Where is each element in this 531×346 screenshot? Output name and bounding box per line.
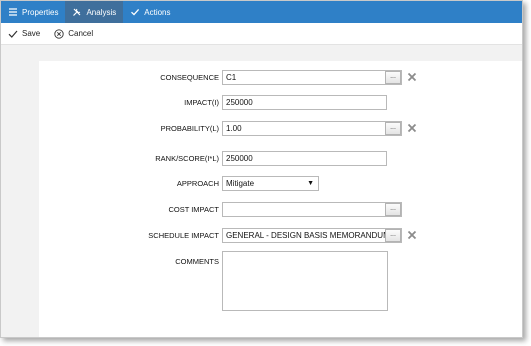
- cost-impact-label: COST IMPACT: [168, 205, 219, 214]
- approach-value: Mitigate: [226, 179, 255, 188]
- probability-clear-icon[interactable]: [406, 122, 418, 134]
- probability-lookup-button[interactable]: ...: [385, 122, 401, 135]
- checkmark-icon: [130, 7, 140, 17]
- consequence-clear-icon[interactable]: [406, 71, 418, 83]
- cost-impact-lookup-button[interactable]: ...: [385, 203, 401, 216]
- tab-actions[interactable]: Actions: [123, 1, 177, 23]
- cancel-circle-icon: [54, 28, 64, 39]
- tab-actions-label: Actions: [144, 7, 171, 17]
- comments-textarea[interactable]: [222, 251, 388, 311]
- schedule-impact-clear-icon[interactable]: [406, 229, 418, 241]
- approach-select[interactable]: Mitigate ▼: [222, 176, 319, 191]
- comments-row: COMMENTS: [39, 251, 522, 313]
- tab-analysis[interactable]: Analysis: [65, 1, 124, 23]
- rank-score-field[interactable]: 250000: [222, 151, 387, 166]
- tab-properties-label: Properties: [22, 7, 59, 17]
- schedule-impact-field[interactable]: GENERAL - DESIGN BASIS MEMORANDUM,FA: [222, 228, 402, 243]
- window-frame: Properties Analysis Actions Save Cancel: [0, 0, 523, 338]
- rank-score-label: RANK/SCORE(I*L): [155, 154, 219, 163]
- tab-properties[interactable]: Properties: [1, 1, 65, 23]
- save-label: Save: [22, 29, 41, 38]
- tools-icon: [72, 7, 82, 17]
- save-button[interactable]: Save: [8, 29, 40, 39]
- rank-score-row: RANK/SCORE(I*L) 250000: [39, 151, 522, 166]
- consequence-label: CONSEQUENCE: [160, 73, 219, 82]
- cancel-label: Cancel: [68, 29, 94, 38]
- dropdown-caret-icon: ▼: [307, 180, 314, 187]
- approach-row: APPROACH Mitigate ▼: [39, 176, 522, 191]
- probability-row: PROBABILITY(L) 1.00 ...: [39, 121, 522, 136]
- consequence-lookup-button[interactable]: ...: [385, 71, 401, 84]
- schedule-impact-row: SCHEDULE IMPACT GENERAL - DESIGN BASIS M…: [39, 228, 522, 243]
- checkmark-icon: [8, 30, 18, 38]
- probability-field[interactable]: 1.00: [222, 121, 402, 136]
- toolbar: Save Cancel: [1, 23, 522, 45]
- comments-label: COMMENTS: [175, 257, 219, 266]
- impact-row: IMPACT(I) 250000: [39, 95, 522, 110]
- consequence-row: CONSEQUENCE C1 ...: [39, 70, 522, 85]
- cost-impact-field[interactable]: [222, 202, 402, 217]
- consequence-field[interactable]: C1: [222, 70, 402, 85]
- analysis-form-panel: CONSEQUENCE C1 ... IMPACT(I) 250000 PROB…: [39, 61, 522, 337]
- schedule-impact-label: SCHEDULE IMPACT: [148, 231, 219, 240]
- tab-analysis-label: Analysis: [86, 7, 117, 17]
- impact-label: IMPACT(I): [184, 98, 219, 107]
- impact-field[interactable]: 250000: [222, 95, 387, 110]
- tab-bar: Properties Analysis Actions: [1, 1, 522, 23]
- list-icon: [8, 7, 18, 17]
- schedule-impact-lookup-button[interactable]: ...: [385, 229, 401, 242]
- cancel-button[interactable]: Cancel: [54, 28, 94, 39]
- probability-label: PROBABILITY(L): [160, 124, 219, 133]
- approach-label: APPROACH: [176, 179, 219, 188]
- cost-impact-row: COST IMPACT ...: [39, 202, 522, 217]
